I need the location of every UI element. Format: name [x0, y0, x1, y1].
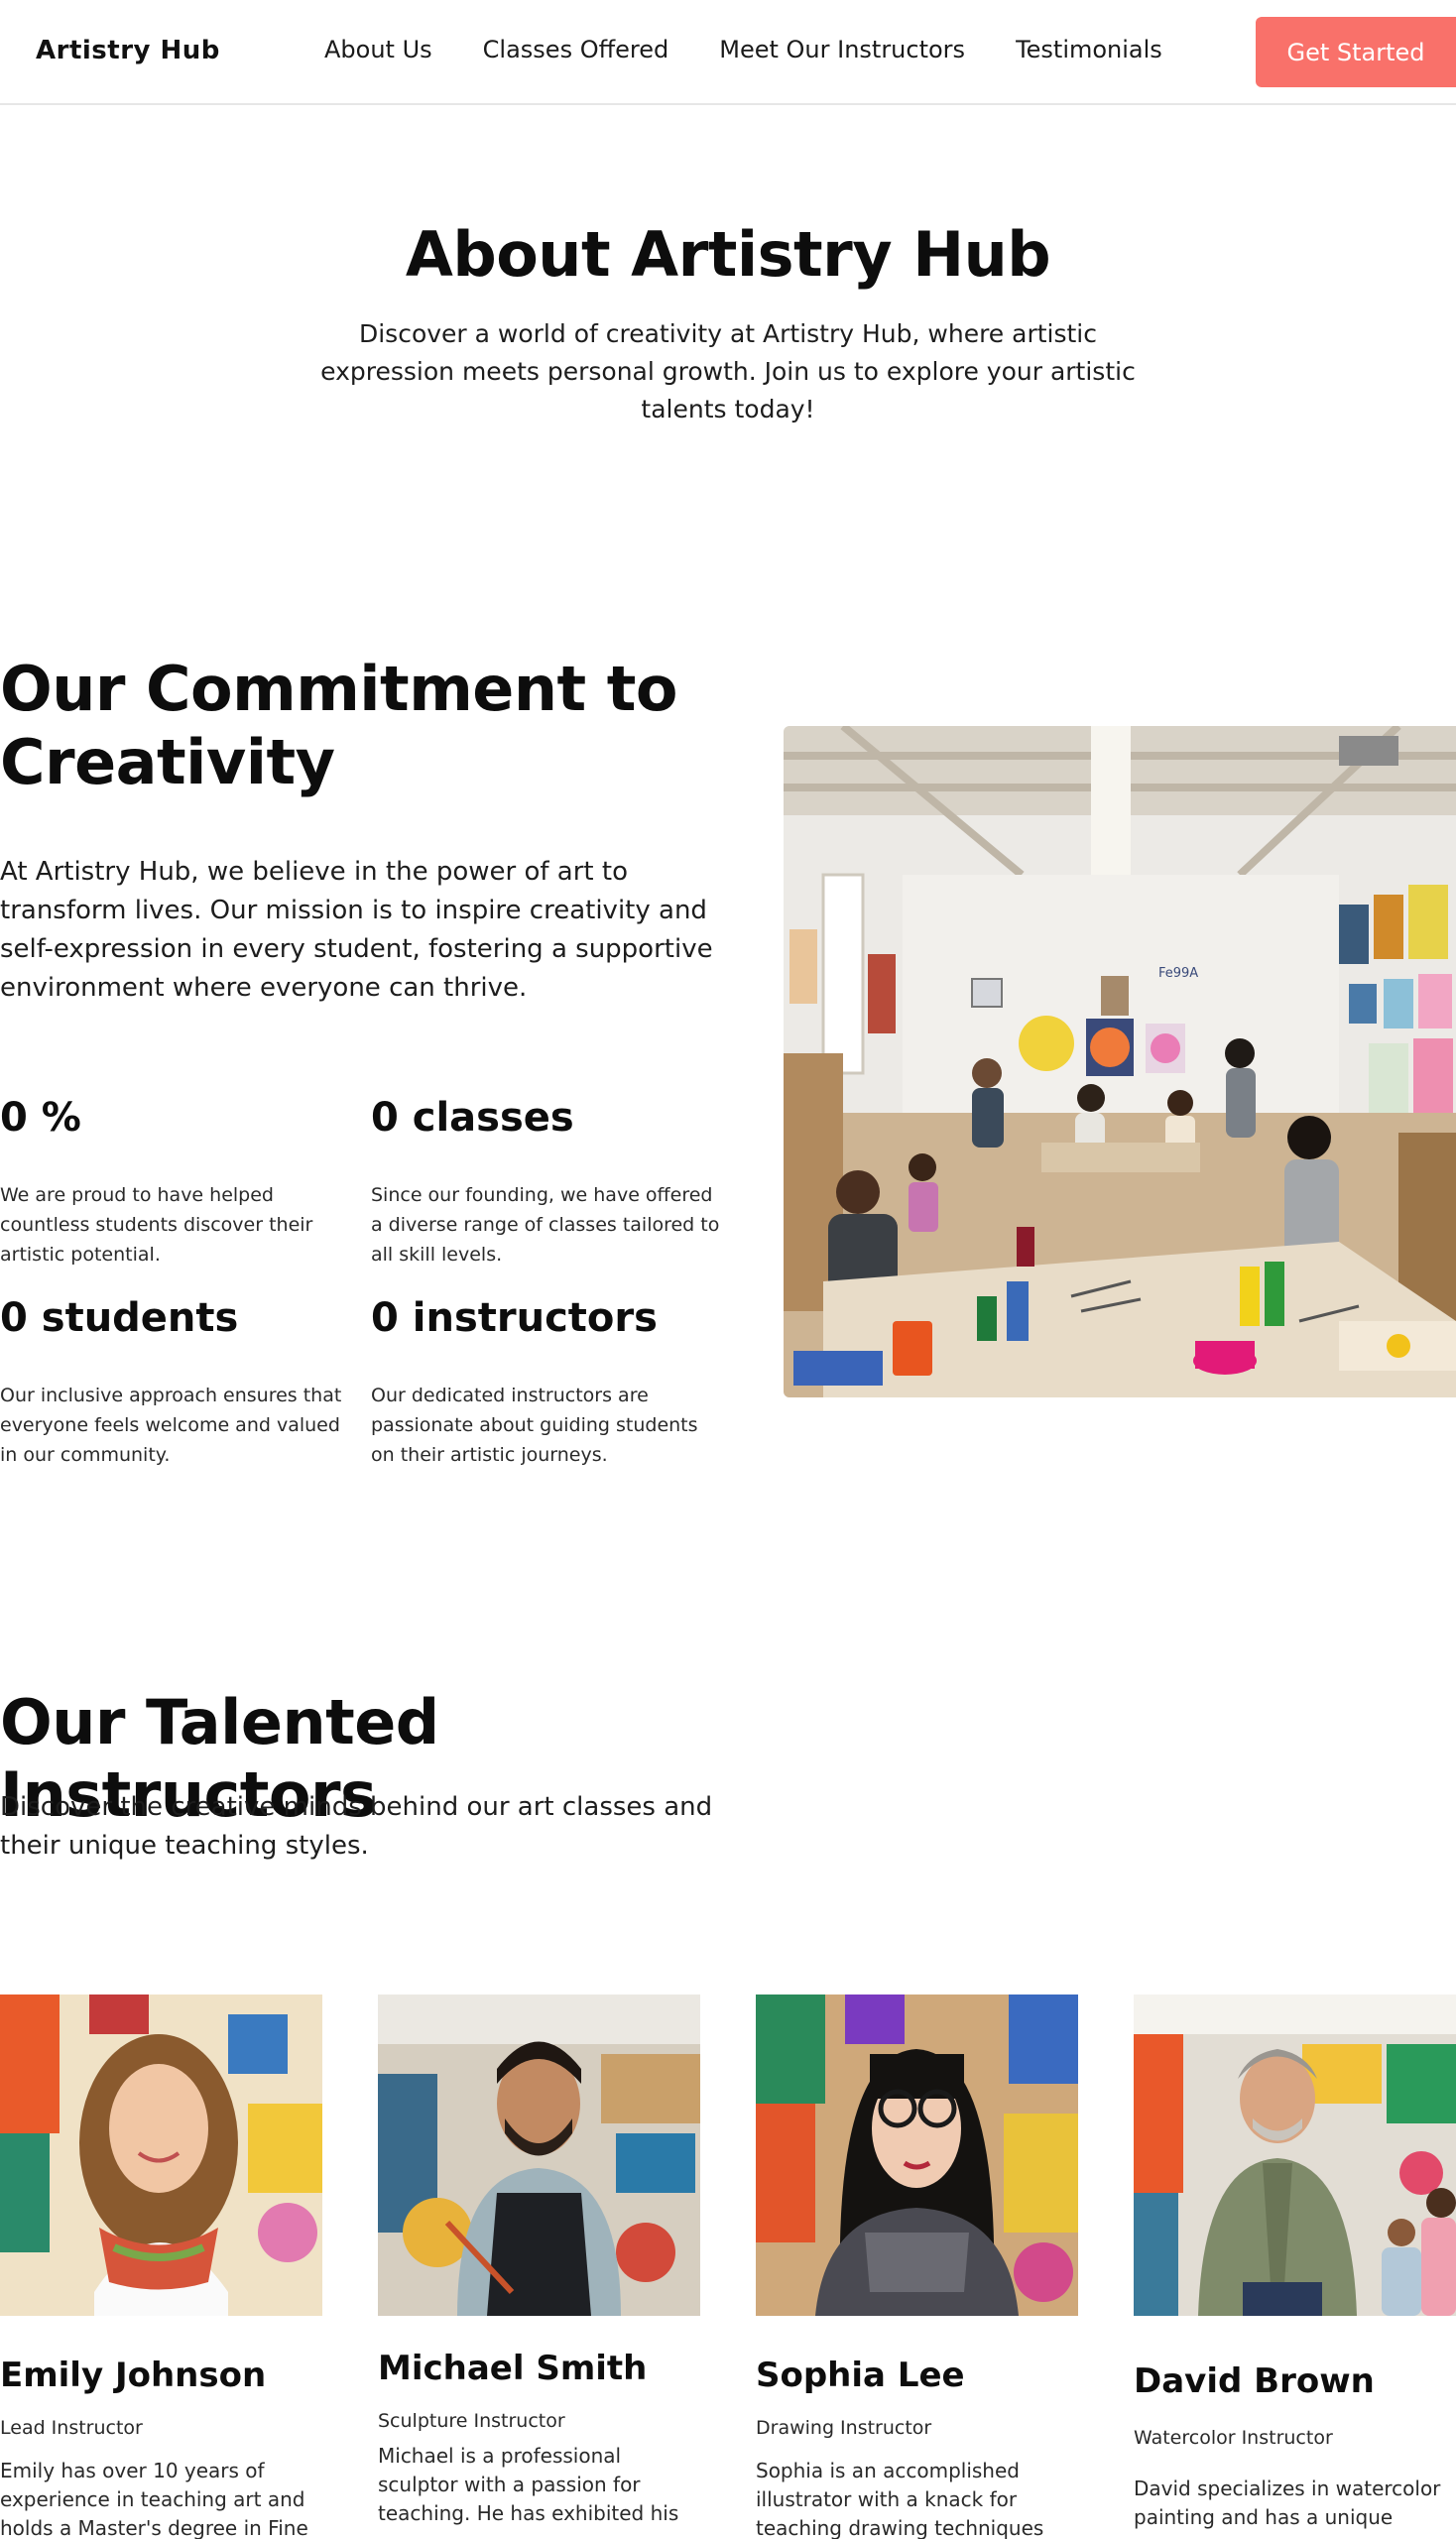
stat-students: 0 students Our inclusive approach ensure…	[0, 1295, 349, 1470]
site-logo[interactable]: Artistry Hub	[36, 36, 220, 65]
instructor-name: Emily Johnson	[0, 2356, 267, 2395]
instructor-bio: Michael is a professional sculptor with …	[378, 2444, 679, 2525]
instructor-role: Drawing Instructor	[756, 2417, 932, 2439]
instructor-card[interactable]: Sophia Lee Drawing Instructor Sophia is …	[756, 1995, 1078, 2539]
stat-description: Our inclusive approach ensures that ever…	[0, 1385, 342, 1466]
art-studio-image: Fe99A	[784, 726, 1456, 1397]
stat-description: Our dedicated instructors are passionate…	[371, 1385, 698, 1466]
commitment-title: Our Commitment to Creativity	[0, 653, 677, 798]
instructor-photo	[1134, 1995, 1456, 2316]
instructors-subtitle: Discover the creative minds behind our a…	[0, 1792, 713, 1861]
nav-link-testimonials[interactable]: Testimonials	[1016, 36, 1162, 63]
instructor-role: Sculpture Instructor	[378, 2410, 565, 2432]
commitment-text: At Artistry Hub, we believe in the power…	[0, 857, 713, 1003]
stat-description: We are proud to have helped countless st…	[0, 1184, 313, 1266]
stat-value: 0 %	[0, 1095, 81, 1141]
about-title: About Artistry Hub	[405, 218, 1051, 291]
instructor-role: Watercolor Instructor	[1134, 2427, 1333, 2449]
stat-value: 0 instructors	[371, 1295, 658, 1341]
instructor-photo	[378, 1995, 700, 2316]
instructor-name: Sophia Lee	[756, 2356, 965, 2395]
studio-board-text: Fe99A	[1158, 966, 1198, 981]
get-started-button[interactable]: Get Started	[1256, 17, 1456, 87]
instructor-card[interactable]: Emily Johnson Lead Instructor Emily has …	[0, 1995, 322, 2539]
nav-link-classes-offered[interactable]: Classes Offered	[483, 36, 669, 63]
instructor-photo	[756, 1995, 1078, 2316]
instructor-photo	[0, 1995, 322, 2316]
instructor-bio: David specializes in watercolor painting…	[1134, 2477, 1441, 2529]
instructor-card[interactable]: David Brown Watercolor Instructor David …	[1134, 1995, 1456, 2532]
top-nav: Artistry Hub About Us Classes Offered Me…	[0, 0, 1456, 105]
instructor-role: Lead Instructor	[0, 2417, 143, 2439]
nav-link-about-us[interactable]: About Us	[324, 36, 432, 63]
stat-description: Since our founding, we have offered a di…	[371, 1184, 720, 1266]
stat-instructors: 0 instructors Our dedicated instructors …	[371, 1295, 720, 1470]
nav-links: About Us Classes Offered Meet Our Instru…	[324, 36, 1213, 63]
nav-link-meet-instructors[interactable]: Meet Our Instructors	[719, 36, 965, 63]
stat-value: 0 classes	[371, 1095, 574, 1141]
stat-value: 0 students	[0, 1295, 239, 1341]
instructor-name: Michael Smith	[378, 2349, 648, 2388]
instructor-bio: Sophia is an accomplished illustrator wi…	[756, 2459, 1044, 2539]
instructor-bio: Emily has over 10 years of experience in…	[0, 2459, 308, 2539]
instructor-name: David Brown	[1134, 2361, 1375, 2401]
instructor-card[interactable]: Michael Smith Sculpture Instructor Micha…	[378, 1995, 700, 2528]
stat-percent: 0 % We are proud to have helped countles…	[0, 1095, 349, 1270]
about-subtitle: Discover a world of creativity at Artist…	[320, 319, 1136, 423]
stat-classes: 0 classes Since our founding, we have of…	[371, 1095, 720, 1270]
